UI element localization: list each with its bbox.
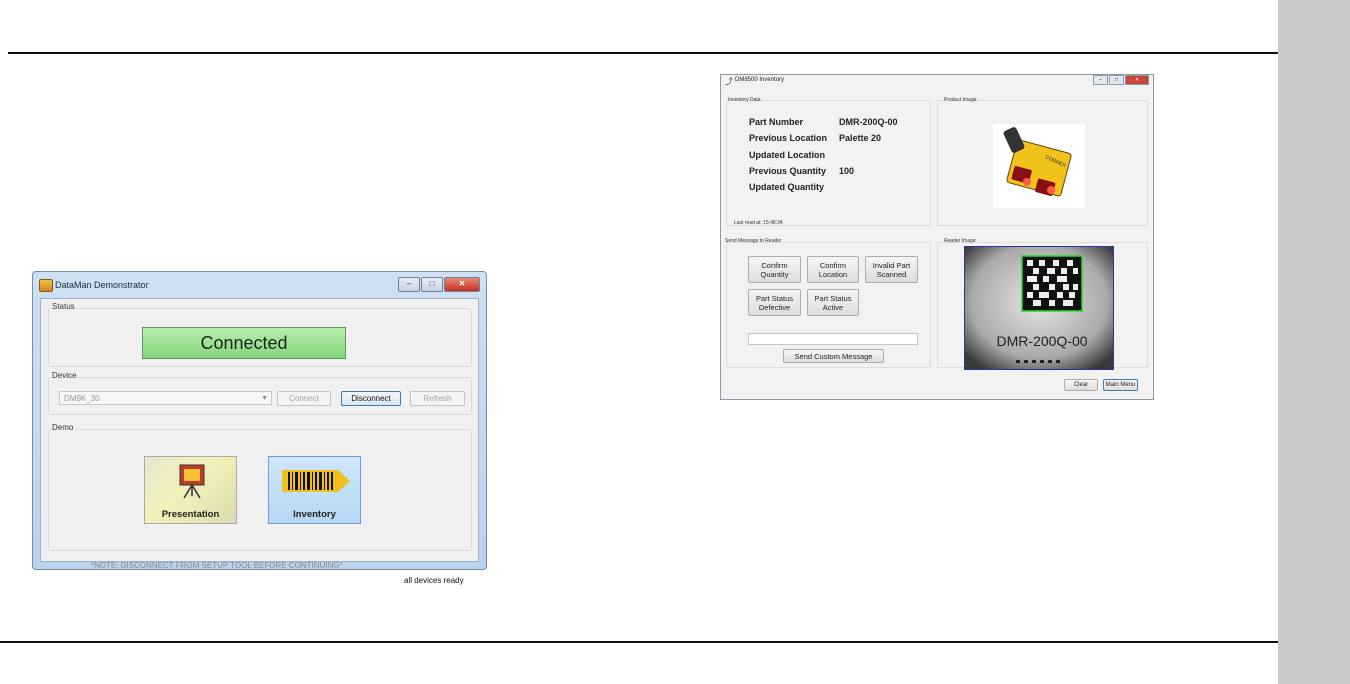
main-menu-button[interactable]: Main Menu — [1103, 379, 1138, 391]
device-group-label: Device — [51, 371, 78, 380]
dataman-demonstrator-window: DataMan Demonstrator – □ ✕ Status Connec… — [32, 271, 487, 585]
inventory-data-label: Inventory Data — [728, 97, 761, 103]
previous-location-label: Previous Location — [749, 133, 828, 143]
send-custom-message-button[interactable]: Send Custom Message — [783, 349, 884, 363]
app-icon — [39, 279, 53, 292]
confirm-quantity-button[interactable]: Confirm Quantity — [748, 256, 801, 283]
bottom-rule — [0, 641, 1340, 643]
dm8500-inventory-window: ⤴ DM8500 Inventory – □ ✕ Inventory Data … — [720, 74, 1154, 400]
part-number-value: DMR-200Q-00 — [839, 117, 898, 127]
reader-code-text: DMR-200Q-00 — [996, 333, 1087, 349]
minimize-icon[interactable]: – — [1093, 75, 1108, 85]
maximize-icon[interactable]: □ — [421, 277, 443, 292]
disconnect-button[interactable]: Disconnect — [341, 391, 401, 406]
last-read-text: Last read at: 15:48:34 — [734, 220, 783, 226]
updated-quantity-label: Updated Quantity — [749, 182, 825, 192]
minimize-icon[interactable]: – — [398, 277, 420, 292]
custom-message-input[interactable] — [748, 333, 918, 345]
title-bar: DataMan Demonstrator – □ ✕ — [33, 272, 486, 298]
devices-status-text: all devices ready — [404, 576, 464, 585]
reader-image-label: Reader Image — [944, 238, 976, 244]
send-message-label: Send Message to Reader — [725, 238, 782, 244]
window-title: DataMan Demonstrator — [55, 280, 149, 290]
product-image-label: Product Image — [944, 97, 977, 103]
inventory-button[interactable]: Inventory — [268, 456, 361, 524]
connect-button[interactable]: Connect — [277, 391, 331, 406]
confirm-location-button[interactable]: Confirm Location — [807, 256, 859, 283]
close-icon[interactable]: ✕ — [444, 277, 480, 292]
status-group-label: Status — [51, 302, 76, 311]
maximize-icon[interactable]: □ — [1109, 75, 1124, 85]
refresh-button[interactable]: Refresh — [410, 391, 465, 406]
barcode-icon — [282, 470, 350, 492]
device-select[interactable]: DM9K_30 ▼ — [59, 391, 272, 405]
inventory-label: Inventory — [293, 509, 336, 520]
window-title: DM8500 Inventory — [735, 77, 785, 83]
updated-location-label: Updated Location — [749, 150, 825, 160]
part-status-active-button[interactable]: Part Status Active — [807, 289, 859, 316]
product-image: COGNEX — [993, 124, 1085, 208]
side-bar — [1278, 0, 1350, 684]
previous-quantity-value: 100 — [839, 166, 855, 176]
chevron-down-icon: ▼ — [261, 395, 268, 402]
device-select-value: DM9K_30 — [64, 394, 100, 403]
part-number-label: Part Number — [749, 117, 804, 127]
previous-location-value: Palette 20 — [839, 133, 882, 143]
window-client: Status Connected Device DM9K_30 ▼ Connec… — [40, 298, 479, 585]
presentation-icon — [179, 464, 205, 499]
app-icon: ⤴ — [725, 77, 733, 86]
demo-group-label: Demo — [51, 423, 75, 432]
presentation-label: Presentation — [161, 509, 220, 520]
connection-status-indicator: Connected — [142, 327, 346, 359]
top-rule — [8, 52, 1278, 54]
part-status-defective-button[interactable]: Part Status Defective — [748, 289, 801, 316]
close-icon[interactable]: ✕ — [1125, 75, 1149, 85]
reader-image: DMR-200Q-00 — [964, 246, 1114, 370]
previous-quantity-label: Previous Quantity — [749, 166, 827, 176]
setup-note: *NOTE: DISCONNECT FROM SETUP TOOL BEFORE… — [91, 561, 343, 570]
demo-group — [48, 429, 472, 551]
clear-button[interactable]: Clear — [1064, 379, 1098, 391]
invalid-part-scanned-button[interactable]: Invalid Part Scanned — [865, 256, 918, 283]
presentation-button[interactable]: Presentation — [144, 456, 237, 524]
